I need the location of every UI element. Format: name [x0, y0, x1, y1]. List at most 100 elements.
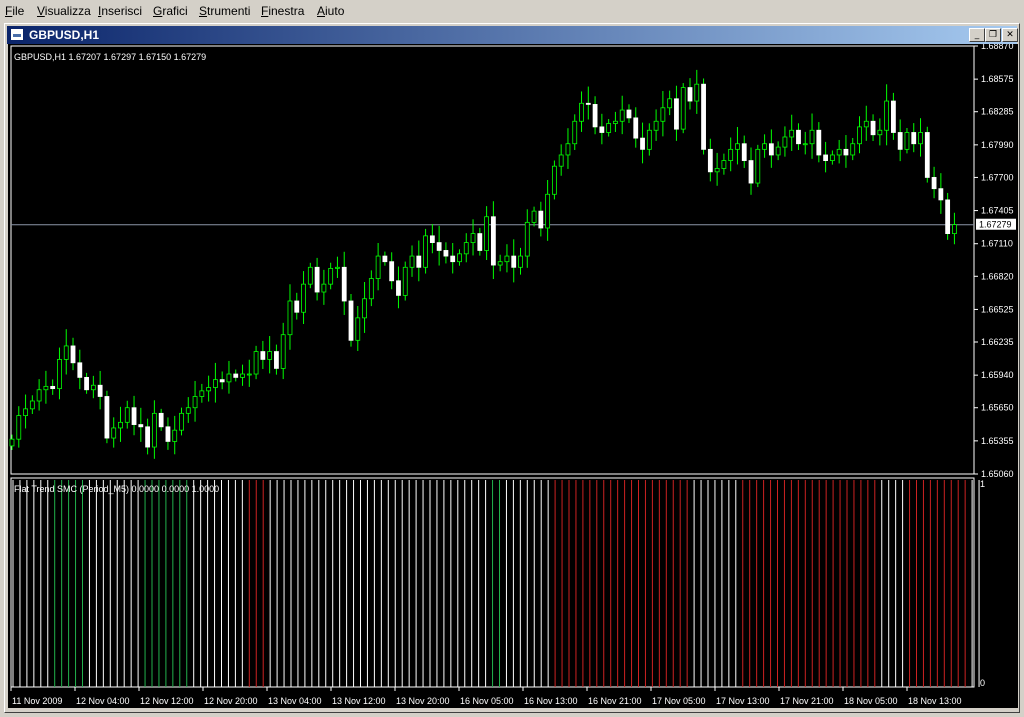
candle-body: [599, 126, 605, 133]
candle-body: [443, 250, 449, 257]
candle-body: [274, 351, 279, 369]
price-tick-label: 1.67990: [981, 140, 1014, 150]
candle: [775, 141, 781, 161]
menu-aiuto[interactable]: Aiuto: [317, 4, 344, 18]
candle: [206, 375, 212, 402]
candle-body: [714, 168, 720, 173]
candle-body: [585, 102, 591, 105]
minimize-button[interactable]: _: [969, 28, 985, 42]
candle-body: [592, 104, 598, 128]
menu-file[interactable]: File: [5, 4, 24, 18]
candle: [558, 144, 564, 176]
candle: [891, 92, 896, 140]
candle: [253, 345, 259, 380]
restore-button[interactable]: ❐: [985, 28, 1001, 42]
candle-body: [579, 102, 584, 122]
candle-body: [497, 261, 503, 266]
candle: [321, 269, 327, 305]
candle: [63, 329, 69, 375]
menu-finestra[interactable]: Finestra: [261, 4, 304, 18]
candle: [307, 262, 313, 289]
candle-body: [694, 83, 700, 102]
candle: [633, 107, 639, 148]
candle-body: [84, 376, 89, 391]
candle-body: [402, 266, 408, 296]
candle-body: [63, 345, 69, 360]
price-tick-label: 1.67700: [981, 172, 1014, 182]
candle: [796, 123, 801, 150]
candle-body: [294, 300, 300, 313]
candle: [124, 400, 130, 429]
menu-grafici[interactable]: Grafici: [153, 4, 188, 18]
candle: [138, 407, 144, 442]
candle: [23, 394, 28, 429]
candle-body: [267, 351, 273, 360]
candle: [653, 109, 659, 141]
candle-body: [57, 359, 62, 390]
chart-window-icon: [10, 28, 24, 41]
candle: [246, 359, 252, 387]
candle: [436, 225, 442, 266]
chart-area[interactable]: 1.68870 1.68575 1.68285 1.67990 1.67700 1.674…: [8, 41, 1018, 708]
candle: [490, 201, 496, 280]
candle-body: [660, 107, 666, 122]
candle: [748, 147, 754, 195]
price-chart-svg[interactable]: 1.68870 1.68575 1.68285 1.67990 1.67700 1.674…: [8, 41, 1018, 708]
candle-body: [192, 396, 198, 409]
candle-body: [667, 98, 673, 109]
candle-body: [802, 143, 808, 146]
candle-body: [721, 160, 727, 169]
candle: [185, 397, 191, 423]
candle: [857, 116, 862, 154]
candle-body: [138, 424, 144, 428]
candle-body: [606, 123, 612, 133]
candle-body: [891, 100, 896, 133]
candle-body: [145, 426, 151, 448]
time-label: 16 Nov 21:00: [588, 696, 642, 706]
menu-visualizza[interactable]: Visualizza: [37, 4, 91, 18]
menu-inserisci[interactable]: Inserisci: [98, 4, 142, 18]
candle-body: [768, 143, 774, 156]
candle-body: [301, 283, 306, 313]
candle-body: [368, 278, 374, 300]
candle: [104, 390, 110, 444]
candle: [165, 417, 171, 450]
time-label: 13 Nov 04:00: [268, 696, 322, 706]
price-tick-label: 1.65650: [981, 403, 1014, 413]
candle-body: [952, 224, 957, 235]
candle-body: [90, 384, 96, 391]
price-tick-label: 1.65940: [981, 370, 1014, 380]
candle-body: [538, 210, 544, 229]
close-button[interactable]: ✕: [1002, 28, 1018, 42]
candle: [212, 362, 218, 403]
candle-body: [755, 148, 761, 184]
candle-body: [816, 129, 822, 156]
candle: [375, 242, 381, 291]
candle: [911, 123, 917, 153]
candle-body: [518, 255, 523, 268]
candle-body: [463, 242, 469, 255]
candle-body: [931, 177, 937, 190]
candle-body: [897, 132, 903, 150]
price-tick-label: 1.65355: [981, 436, 1014, 446]
candle: [260, 340, 266, 369]
candle: [552, 160, 557, 200]
candle-body: [280, 334, 286, 369]
candle: [735, 126, 740, 165]
candle: [362, 282, 367, 333]
candle-body: [314, 266, 320, 293]
menu-strumenti[interactable]: Strumenti: [199, 4, 250, 18]
candle: [368, 270, 374, 307]
candle-body: [863, 120, 869, 128]
window-titlebar[interactable]: GBPUSD,H1 _ ❐ ✕: [7, 26, 1018, 44]
candle: [918, 118, 923, 157]
candle-body: [626, 109, 632, 119]
candle-body: [457, 253, 462, 263]
candle-body: [97, 384, 103, 397]
candle: [884, 84, 890, 146]
candle-body: [809, 129, 815, 145]
candle-body: [674, 98, 679, 130]
candle: [524, 209, 530, 268]
candle: [714, 152, 720, 186]
candle: [863, 105, 869, 141]
